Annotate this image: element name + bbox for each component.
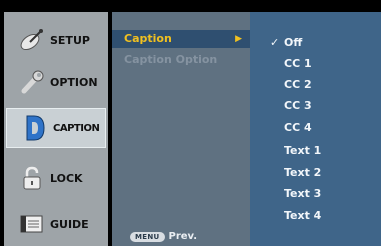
prev-label: Prev.	[168, 231, 198, 242]
option-text1[interactable]: Text 1	[250, 142, 381, 160]
menu-item-setup[interactable]: SETUP	[4, 20, 108, 60]
main-menu: SETUP OPTION CAPTION LOCK GUIDE	[4, 12, 108, 246]
option-cc3[interactable]: CC 3	[250, 97, 381, 115]
menu-label-option: OPTION	[50, 75, 98, 89]
prev-hint: MENU Prev.	[130, 231, 197, 242]
option-label: Text 4	[284, 209, 322, 222]
caption-submenu: Caption ▶ Caption Option MENU Prev.	[112, 12, 250, 246]
option-cc2[interactable]: CC 2	[250, 76, 381, 94]
right-arrow-icon: ▶	[235, 34, 242, 44]
caption-d-icon	[21, 114, 49, 142]
option-label: CC 2	[284, 78, 312, 91]
menu-item-lock[interactable]: LOCK	[4, 158, 108, 198]
option-label: Text 3	[284, 187, 322, 200]
option-label: CC 4	[284, 121, 312, 134]
checkmark-icon: ✓	[270, 36, 280, 49]
guide-book-icon	[18, 210, 46, 238]
submenu-label-caption: Caption	[124, 32, 172, 45]
option-label: Off	[284, 36, 303, 49]
padlock-icon	[18, 164, 46, 192]
submenu-item-caption[interactable]: Caption ▶	[112, 30, 250, 48]
option-text3[interactable]: Text 3	[250, 185, 381, 203]
menu-label-lock: LOCK	[50, 171, 83, 185]
menu-label-guide: GUIDE	[50, 217, 89, 231]
option-cc4[interactable]: CC 4	[250, 119, 381, 137]
menu-item-option[interactable]: OPTION	[4, 62, 108, 102]
option-off[interactable]: ✓ Off	[250, 34, 381, 52]
submenu-label-caption-option: Caption Option	[124, 53, 218, 66]
menu-key-icon: MENU	[130, 231, 165, 242]
menu-item-guide[interactable]: GUIDE	[4, 204, 108, 244]
option-label: CC 1	[284, 57, 312, 70]
menu-item-caption[interactable]: CAPTION	[6, 108, 106, 148]
caption-options-list: ✓ Off CC 1 CC 2 CC 3 CC 4 Text 1 Text 2 …	[250, 12, 381, 246]
option-label: CC 3	[284, 99, 312, 112]
tv-osd-screen: SETUP OPTION CAPTION LOCK GUIDE Caption …	[0, 0, 381, 246]
option-label: Text 1	[284, 144, 322, 157]
wrench-icon	[18, 68, 46, 96]
option-label: Text 2	[284, 166, 322, 179]
menu-label-caption: CAPTION	[53, 122, 100, 134]
satellite-dish-icon	[18, 26, 46, 54]
option-text2[interactable]: Text 2	[250, 164, 381, 182]
menu-label-setup: SETUP	[50, 33, 90, 47]
option-text4[interactable]: Text 4	[250, 207, 381, 225]
option-cc1[interactable]: CC 1	[250, 55, 381, 73]
submenu-item-caption-option: Caption Option	[112, 51, 250, 69]
